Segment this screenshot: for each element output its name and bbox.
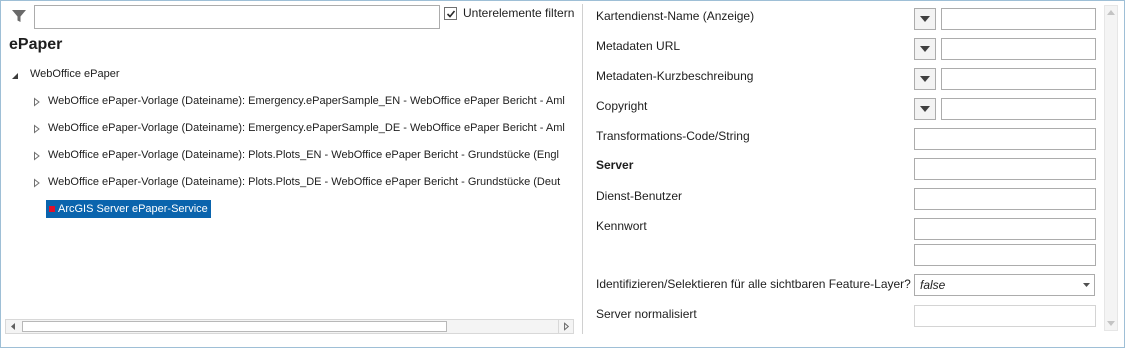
kennwort-input[interactable]: [914, 218, 1096, 240]
scroll-right-icon[interactable]: [558, 320, 573, 333]
chevron-down-icon: [920, 76, 930, 82]
tree-node-template[interactable]: WebOffice ePaper-Vorlage (Dateiname): Em…: [48, 119, 565, 137]
red-square-icon: [49, 206, 55, 212]
chevron-down-icon: [920, 16, 930, 22]
filter-input[interactable]: [34, 5, 440, 29]
label-metadaten-kurzbeschreibung: Metadaten-Kurzbeschreibung: [596, 69, 754, 83]
label-transformations: Transformations-Code/String: [596, 129, 750, 143]
label-identifizieren: Identifizieren/Selektieren für alle sich…: [596, 277, 911, 291]
triangle-down-icon[interactable]: [10, 71, 20, 81]
filter-children-checkbox[interactable]: [444, 7, 457, 20]
metadaten-kurzbeschreibung-dropdown-button[interactable]: [914, 68, 936, 90]
label-metadaten-url: Metadaten URL: [596, 39, 681, 53]
tree-node-selected[interactable]: ArcGIS Server ePaper-Service: [46, 200, 211, 218]
scroll-left-icon[interactable]: [6, 320, 21, 333]
kartendienst-name-dropdown-button[interactable]: [914, 8, 936, 30]
label-server: Server: [596, 158, 634, 172]
chevron-down-icon: [920, 106, 930, 112]
tree-node-template[interactable]: WebOffice ePaper-Vorlage (Dateiname): Pl…: [48, 146, 559, 164]
tree-view: WebOffice ePaper WebOffice ePaper-Vorlag…: [1, 65, 579, 315]
kartendienst-name-input[interactable]: [941, 8, 1096, 30]
label-copyright: Copyright: [596, 99, 648, 113]
server-normalisiert-input: [914, 305, 1096, 327]
tree-node-template[interactable]: WebOffice ePaper-Vorlage (Dateiname): Em…: [48, 92, 565, 110]
tree-node-template[interactable]: WebOffice ePaper-Vorlage (Dateiname): Pl…: [48, 173, 560, 191]
tree-node-selected-label: ArcGIS Server ePaper-Service: [58, 203, 208, 215]
checkmark-icon: [446, 10, 456, 18]
dienst-benutzer-input[interactable]: [914, 188, 1096, 210]
chevron-down-icon: [920, 46, 930, 52]
label-kartendienst-name: Kartendienst-Name (Anzeige): [596, 9, 755, 23]
identifizieren-value: false: [920, 278, 946, 292]
copyright-input[interactable]: [941, 98, 1096, 120]
metadaten-kurzbeschreibung-input[interactable]: [941, 68, 1096, 90]
metadaten-url-dropdown-button[interactable]: [914, 38, 936, 60]
tree-node-root[interactable]: WebOffice ePaper: [30, 65, 119, 83]
transformations-input[interactable]: [914, 128, 1096, 150]
vertical-scrollbar[interactable]: [1104, 5, 1118, 331]
pane-divider[interactable]: [582, 4, 583, 334]
metadaten-url-input[interactable]: [941, 38, 1096, 60]
triangle-right-icon[interactable]: [32, 97, 42, 107]
triangle-right-icon[interactable]: [32, 178, 42, 188]
scroll-down-icon[interactable]: [1107, 321, 1115, 326]
label-kennwort: Kennwort: [596, 219, 647, 233]
label-dienst-benutzer: Dienst-Benutzer: [596, 189, 683, 203]
triangle-right-icon[interactable]: [32, 124, 42, 134]
server-input[interactable]: [914, 158, 1096, 180]
copyright-dropdown-button[interactable]: [914, 98, 936, 120]
label-server-normalisiert: Server normalisiert: [596, 307, 697, 321]
tree-title: ePaper: [9, 36, 63, 53]
chevron-down-icon: [1083, 283, 1090, 287]
horizontal-scrollbar[interactable]: [5, 319, 574, 334]
triangle-right-icon[interactable]: [32, 151, 42, 161]
kennwort-confirm-input[interactable]: [914, 244, 1096, 266]
filter-children-label[interactable]: Unterelemente filtern: [463, 6, 574, 20]
scroll-up-icon[interactable]: [1107, 10, 1115, 15]
filter-funnel-icon[interactable]: [11, 8, 27, 24]
scroll-thumb[interactable]: [22, 321, 447, 332]
identifizieren-select[interactable]: false: [914, 274, 1095, 296]
tree-pane: Unterelemente filtern ePaper WebOffice e…: [1, 1, 582, 337]
